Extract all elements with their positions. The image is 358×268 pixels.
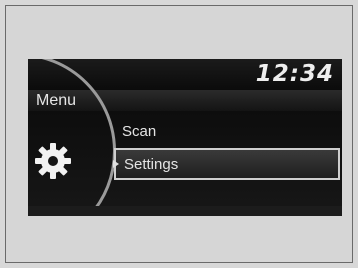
bottom-bar (28, 206, 342, 216)
gear-icon (34, 142, 72, 180)
triangle-right-icon (113, 160, 119, 168)
menu-item-label: Scan (122, 123, 157, 140)
menu-item-label: Settings (124, 156, 179, 173)
clock: 12:34 (255, 61, 334, 87)
display-screen: 12:34 Menu Scan Settings (28, 59, 342, 216)
menu-item-scan[interactable]: Scan (114, 117, 340, 149)
menu-body: Scan Settings (28, 59, 342, 216)
menu-item-settings[interactable]: Settings (113, 148, 340, 180)
